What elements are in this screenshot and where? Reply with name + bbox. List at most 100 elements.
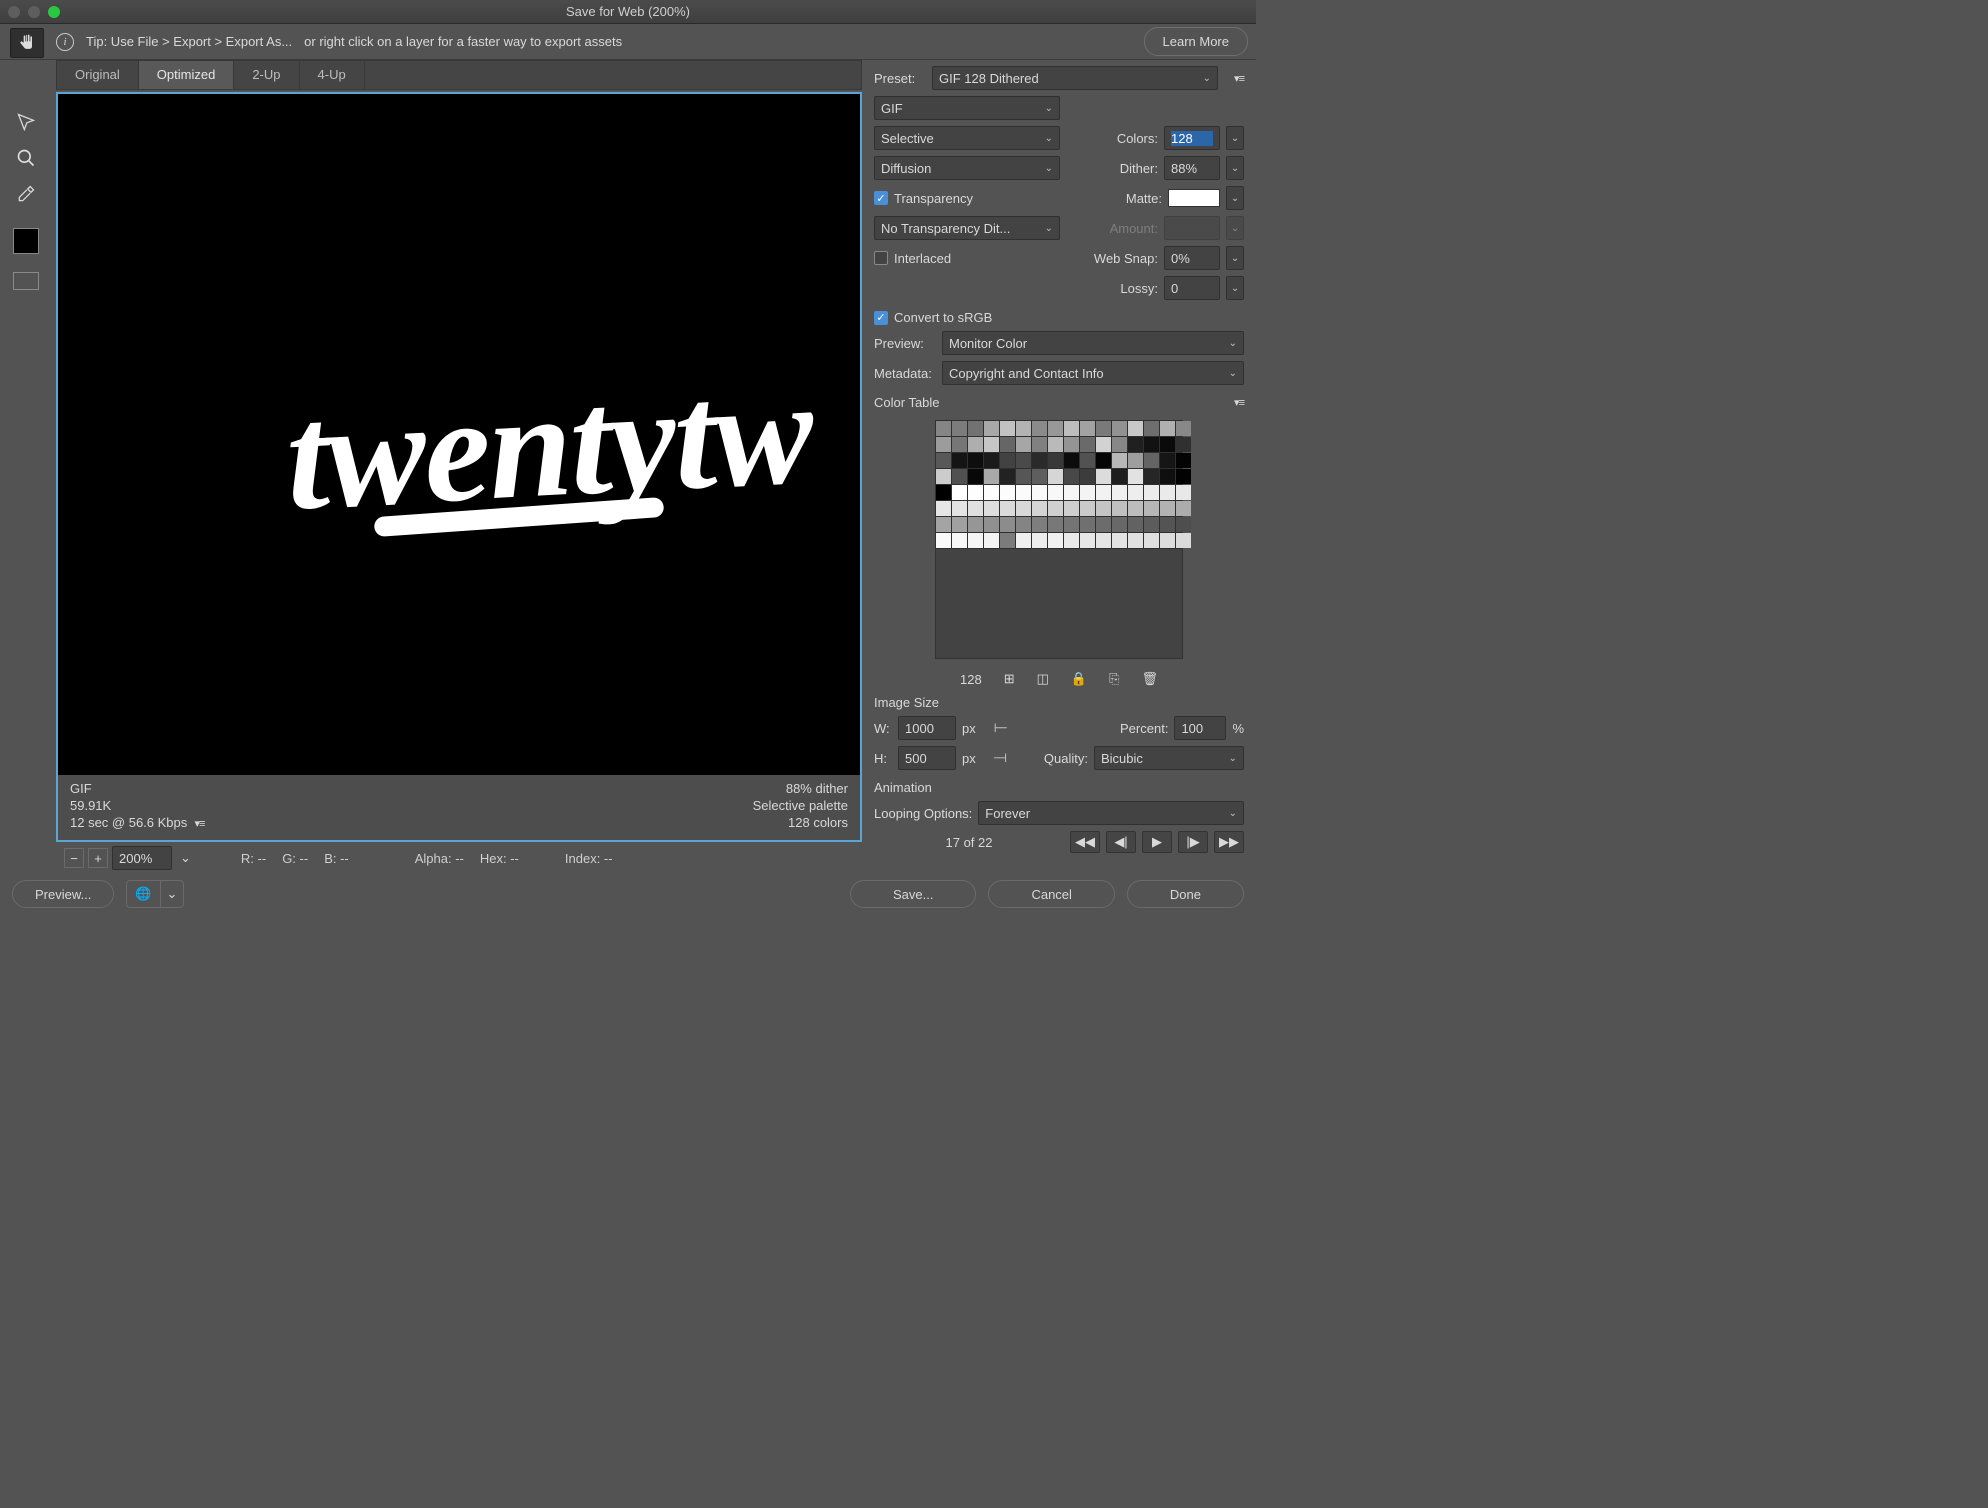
color-swatch[interactable] bbox=[1128, 501, 1143, 516]
color-swatch[interactable] bbox=[968, 437, 983, 452]
map-to-transparent-icon[interactable]: ◫ bbox=[1037, 671, 1049, 687]
format-select[interactable]: GIF⌄ bbox=[874, 96, 1060, 120]
color-swatch[interactable] bbox=[1144, 517, 1159, 532]
preset-select[interactable]: GIF 128 Dithered⌄ bbox=[932, 66, 1218, 90]
color-swatch[interactable] bbox=[1064, 469, 1079, 484]
zoom-out-button[interactable]: − bbox=[64, 848, 84, 868]
color-swatch[interactable] bbox=[1096, 469, 1111, 484]
tab-optimized[interactable]: Optimized bbox=[139, 61, 235, 89]
colors-stepper[interactable]: ⌄ bbox=[1226, 126, 1244, 150]
color-swatch[interactable] bbox=[1144, 501, 1159, 516]
color-swatch[interactable] bbox=[952, 485, 967, 500]
color-swatch[interactable] bbox=[984, 501, 999, 516]
color-swatch[interactable] bbox=[968, 501, 983, 516]
color-swatch[interactable] bbox=[1032, 453, 1047, 468]
color-swatch[interactable] bbox=[1032, 517, 1047, 532]
color-swatch[interactable] bbox=[952, 533, 967, 548]
color-swatch[interactable] bbox=[1128, 453, 1143, 468]
last-frame-button[interactable]: ▶▶ bbox=[1214, 831, 1244, 853]
color-swatch[interactable] bbox=[1032, 469, 1047, 484]
zoom-tool[interactable] bbox=[12, 146, 40, 170]
color-swatch[interactable] bbox=[1048, 453, 1063, 468]
color-swatch[interactable] bbox=[1016, 437, 1031, 452]
color-swatch[interactable] bbox=[1064, 421, 1079, 436]
transparency-dither-select[interactable]: No Transparency Dit...⌄ bbox=[874, 216, 1060, 240]
preset-menu-icon[interactable]: ▾≡ bbox=[1224, 72, 1244, 85]
color-swatch[interactable] bbox=[968, 485, 983, 500]
color-swatch[interactable] bbox=[1112, 485, 1127, 500]
preview-canvas[interactable]: twentytw bbox=[58, 94, 860, 775]
color-swatch[interactable] bbox=[1032, 421, 1047, 436]
done-button[interactable]: Done bbox=[1127, 880, 1244, 908]
color-swatch[interactable] bbox=[936, 437, 951, 452]
color-swatch[interactable] bbox=[1016, 469, 1031, 484]
color-swatch[interactable] bbox=[1096, 517, 1111, 532]
convert-srgb-checkbox[interactable]: ✓ bbox=[874, 311, 888, 325]
color-swatch[interactable] bbox=[1000, 517, 1015, 532]
color-swatch[interactable] bbox=[952, 437, 967, 452]
colors-input[interactable] bbox=[1164, 126, 1220, 150]
color-swatch[interactable] bbox=[984, 469, 999, 484]
color-swatch[interactable] bbox=[1048, 421, 1063, 436]
color-swatch[interactable] bbox=[1176, 517, 1191, 532]
link-dimensions-icon-2[interactable]: ⟞ bbox=[994, 749, 1007, 767]
color-swatch[interactable] bbox=[1112, 437, 1127, 452]
color-swatch[interactable] bbox=[1176, 437, 1191, 452]
color-swatch[interactable] bbox=[1160, 453, 1175, 468]
color-swatch[interactable] bbox=[1000, 469, 1015, 484]
color-swatch[interactable] bbox=[1160, 421, 1175, 436]
color-swatch[interactable] bbox=[1096, 501, 1111, 516]
color-swatch[interactable] bbox=[1096, 485, 1111, 500]
color-swatch[interactable] bbox=[1080, 453, 1095, 468]
quality-select[interactable]: Bicubic⌄ bbox=[1094, 746, 1244, 770]
color-swatch[interactable] bbox=[1080, 421, 1095, 436]
next-frame-button[interactable]: |▶ bbox=[1178, 831, 1208, 853]
color-swatch[interactable] bbox=[1080, 485, 1095, 500]
websnap-stepper[interactable]: ⌄ bbox=[1226, 246, 1244, 270]
color-swatch[interactable] bbox=[952, 421, 967, 436]
new-color-icon[interactable]: ⎘ bbox=[1109, 671, 1119, 687]
color-swatch[interactable] bbox=[1064, 437, 1079, 452]
zoom-input[interactable] bbox=[112, 846, 172, 870]
color-swatch[interactable] bbox=[1112, 453, 1127, 468]
color-swatch[interactable] bbox=[1048, 437, 1063, 452]
color-swatch[interactable] bbox=[1080, 469, 1095, 484]
color-swatch[interactable] bbox=[984, 485, 999, 500]
zoom-menu-icon[interactable]: ⌄ bbox=[176, 850, 195, 866]
color-swatch[interactable] bbox=[1128, 437, 1143, 452]
color-swatch[interactable] bbox=[1128, 533, 1143, 548]
color-swatch[interactable] bbox=[1096, 453, 1111, 468]
preview-select[interactable]: Monitor Color⌄ bbox=[942, 331, 1244, 355]
color-swatch[interactable] bbox=[1064, 485, 1079, 500]
color-swatch[interactable] bbox=[952, 453, 967, 468]
color-swatch[interactable] bbox=[1032, 485, 1047, 500]
dither-method-select[interactable]: Diffusion⌄ bbox=[874, 156, 1060, 180]
color-swatch[interactable] bbox=[1032, 533, 1047, 548]
color-swatch[interactable] bbox=[1016, 517, 1031, 532]
loadtime-menu-icon[interactable]: ▾≡ bbox=[195, 818, 205, 830]
color-swatch[interactable] bbox=[952, 469, 967, 484]
color-swatch[interactable] bbox=[1144, 437, 1159, 452]
first-frame-button[interactable]: ◀◀ bbox=[1070, 831, 1100, 853]
color-swatch[interactable] bbox=[968, 421, 983, 436]
color-swatch[interactable] bbox=[1080, 437, 1095, 452]
color-swatch[interactable] bbox=[1144, 485, 1159, 500]
color-swatch[interactable] bbox=[1144, 421, 1159, 436]
width-input[interactable] bbox=[898, 716, 956, 740]
zoom-in-button[interactable]: + bbox=[88, 848, 108, 868]
learn-more-button[interactable]: Learn More bbox=[1144, 27, 1248, 56]
color-swatch[interactable] bbox=[1096, 533, 1111, 548]
snap-to-web-icon[interactable]: ⊞ bbox=[1004, 671, 1015, 687]
color-swatch[interactable] bbox=[1112, 421, 1127, 436]
transparency-checkbox[interactable]: ✓ bbox=[874, 191, 888, 205]
color-swatch[interactable] bbox=[1000, 501, 1015, 516]
dither-input[interactable] bbox=[1164, 156, 1220, 180]
height-input[interactable] bbox=[898, 746, 956, 770]
color-swatch[interactable] bbox=[1112, 517, 1127, 532]
color-swatch[interactable] bbox=[1112, 501, 1127, 516]
color-swatch[interactable] bbox=[1000, 453, 1015, 468]
lossy-input[interactable] bbox=[1164, 276, 1220, 300]
color-swatch[interactable] bbox=[936, 517, 951, 532]
color-swatch[interactable] bbox=[936, 453, 951, 468]
color-swatch[interactable] bbox=[1000, 533, 1015, 548]
